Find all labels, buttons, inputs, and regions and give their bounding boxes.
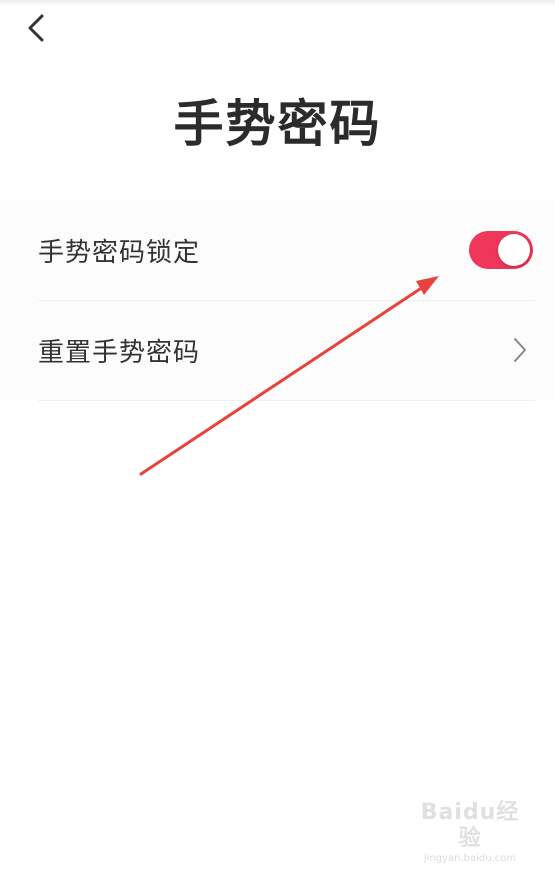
chevron-left-icon [28,14,44,42]
gesture-lock-toggle[interactable] [469,231,533,269]
watermark: Baidu经验 jingyan.baidu.com [415,800,525,864]
chevron-right-icon [513,337,527,363]
reset-gesture-label: 重置手势密码 [38,337,201,368]
reset-gesture-row[interactable]: 重置手势密码 [38,300,535,401]
gesture-lock-label: 手势密码锁定 [38,237,201,268]
status-bar-shadow [0,0,555,6]
page-title: 手势密码 [173,95,382,153]
screen: 手势密码 手势密码锁定 重置手势密码 Baidu经验 jingyan.baidu… [0,0,555,870]
gesture-lock-row: 手势密码锁定 [38,200,535,301]
toggle-knob [498,234,530,266]
back-button[interactable] [16,8,56,48]
watermark-url: jingyan.baidu.com [423,853,517,864]
settings-list: 手势密码锁定 重置手势密码 [0,200,555,401]
watermark-logo: Baidu经验 [420,800,520,851]
